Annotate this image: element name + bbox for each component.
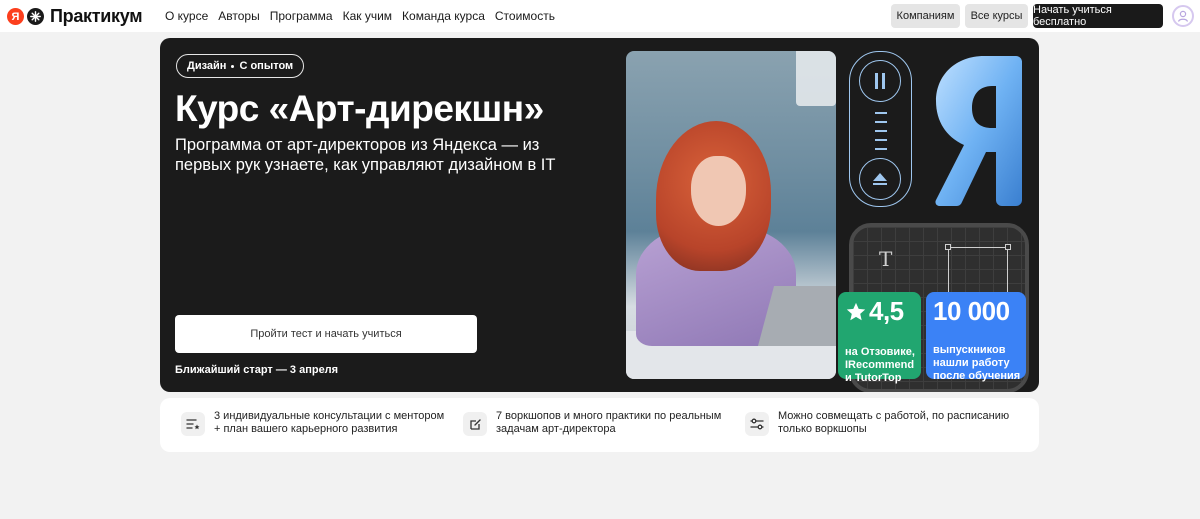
feature-consultations: 3 индивидуальные консультации с ментором… — [181, 410, 449, 436]
arrow-up-icon — [859, 158, 901, 200]
start-date: Ближайший старт — 3 апреля — [175, 364, 339, 376]
all-courses-button[interactable]: Все курсы — [965, 4, 1028, 28]
graduates-label: выпускников нашли работу после обучения — [933, 344, 1021, 382]
sliders-icon — [745, 412, 769, 436]
hero-banner: Дизайн С опытом Курс «Арт-дирекшн» Прогр… — [160, 38, 1039, 392]
star-icon — [846, 302, 866, 320]
companies-button[interactable]: Компаниям — [891, 4, 960, 28]
feature-workshops: 7 воркшопов и много практики по реальным… — [463, 410, 731, 436]
rating-label: на Отзовике, IRecommend и TutorTop — [845, 346, 915, 384]
yandex-3d-letter-icon — [935, 56, 1022, 206]
logo-text: Практикум — [50, 6, 143, 26]
praktikum-star-icon — [27, 8, 44, 25]
tag-category: Дизайн — [187, 60, 227, 72]
avatar[interactable] — [1172, 5, 1194, 27]
main-nav: О курсе Авторы Программа Как учим Команд… — [165, 9, 555, 23]
site-header: Я Практикум О курсе Авторы Программа Как… — [0, 0, 1200, 32]
nav-item-program[interactable]: Программа — [270, 9, 333, 23]
text-tool-letter: T — [879, 247, 893, 271]
tag-separator — [231, 64, 235, 68]
nav-item-about[interactable]: О курсе — [165, 9, 208, 23]
logo[interactable]: Я Практикум — [7, 6, 143, 27]
tag-level: С опытом — [239, 60, 294, 72]
pause-icon — [859, 60, 901, 102]
rating-value: 4,5 — [869, 296, 904, 326]
take-test-button[interactable]: Пройти тест и начать учиться — [175, 315, 477, 353]
edit-icon — [463, 412, 487, 436]
list-star-icon — [181, 412, 205, 436]
graduates-value: 10 000 — [933, 296, 1010, 326]
course-tag: Дизайн С опытом — [176, 54, 305, 78]
features-strip: 3 индивидуальные консультации с ментором… — [160, 398, 1039, 452]
start-free-button[interactable]: Начать учиться бесплатно — [1033, 4, 1163, 28]
slider-illustration — [849, 51, 912, 207]
hero-subtitle: Программа от арт-директоров из Яндекса —… — [175, 136, 556, 174]
nav-item-authors[interactable]: Авторы — [218, 9, 259, 23]
feature-schedule: Можно совмещать с работой, по расписанию… — [745, 410, 1013, 436]
graduates-card: 10 000 выпускников нашли работу после об… — [926, 292, 1026, 382]
user-icon — [1177, 10, 1189, 22]
nav-item-how-we-teach[interactable]: Как учим — [343, 9, 392, 23]
feature-text: 3 индивидуальные консультации с ментором… — [214, 410, 445, 435]
selection-frame — [945, 244, 1011, 300]
rating-card: 4,5 на Отзовике, IRecommend и TutorTop — [838, 292, 921, 384]
nav-item-price[interactable]: Стоимость — [495, 9, 555, 23]
hero-photo — [626, 51, 836, 379]
page-title: Курс «Арт-дирекшн» — [175, 88, 544, 129]
feature-text: Можно совмещать с работой, по расписанию… — [778, 410, 1010, 435]
yandex-logo-icon: Я — [7, 8, 24, 25]
nav-item-team[interactable]: Команда курса — [402, 9, 485, 23]
feature-text: 7 воркшопов и много практики по реальным… — [496, 410, 722, 435]
